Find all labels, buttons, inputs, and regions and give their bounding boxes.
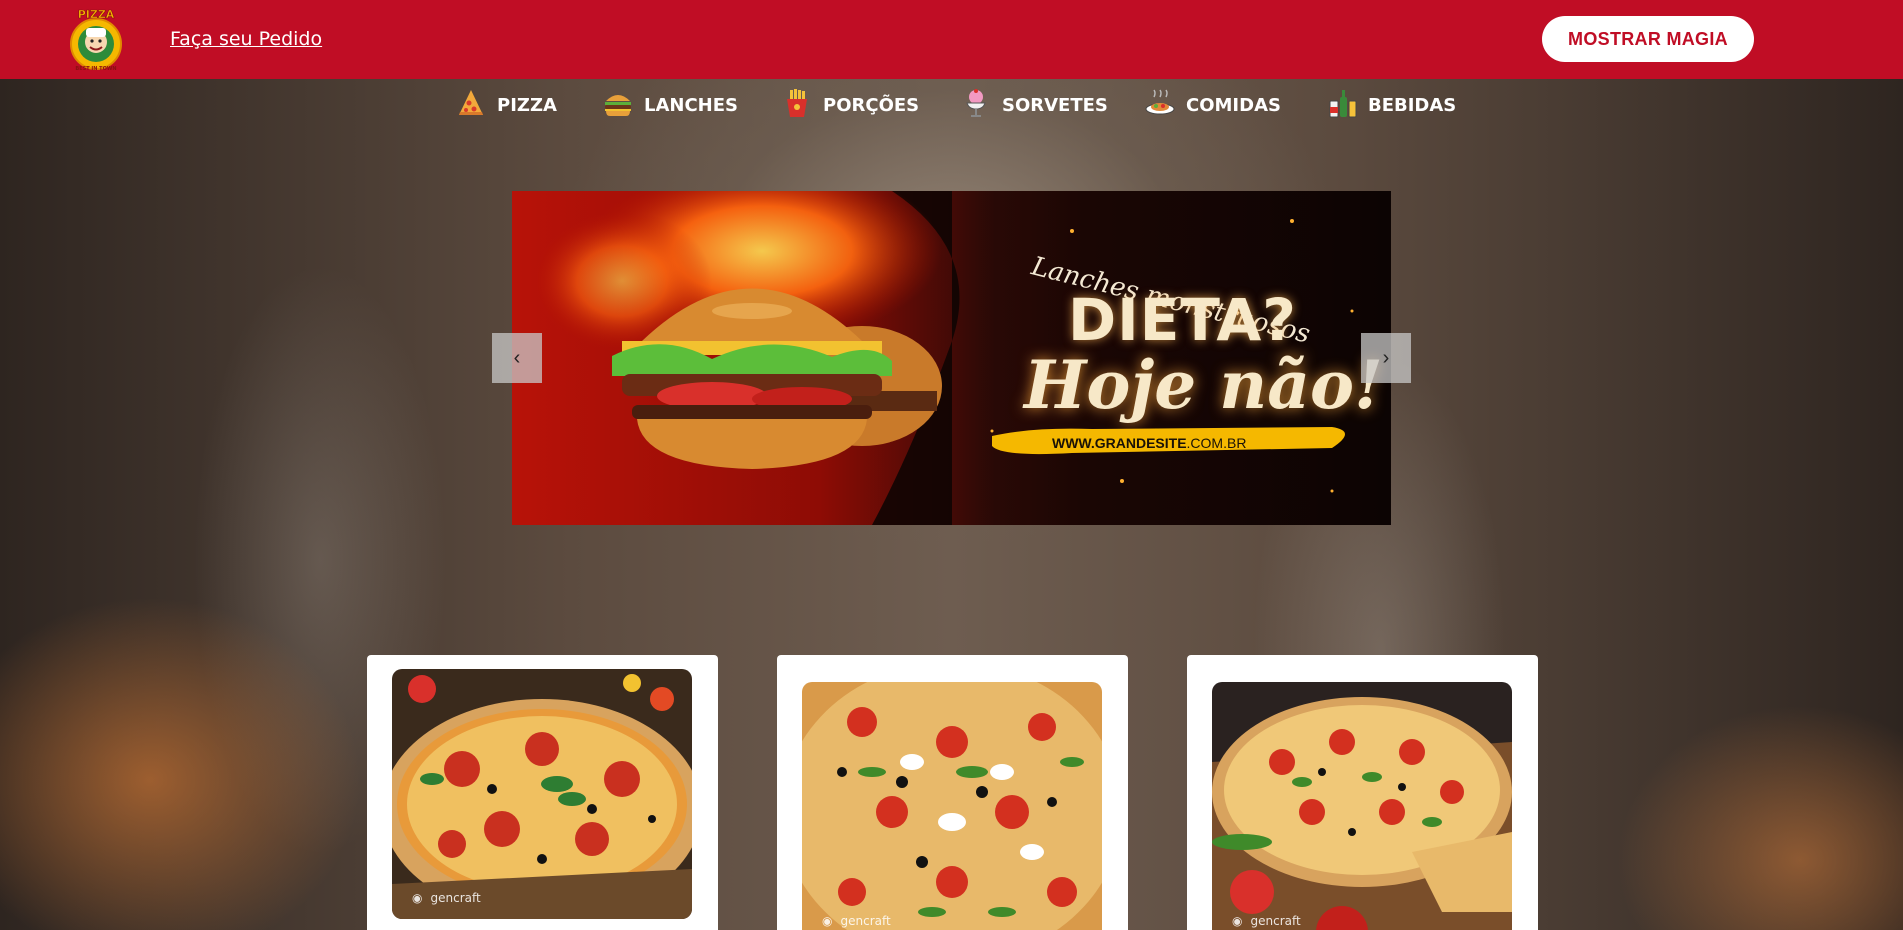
gencraft-watermark: ◉ gencraft [1232,914,1301,928]
product-card[interactable]: ◉ gencraft [367,655,718,930]
burger-icon [602,87,634,124]
ghost-icon: ◉ [1232,914,1243,928]
drinks-icon [1326,87,1358,124]
banner-tagline: Hoje não! [1024,346,1383,424]
show-magic-button[interactable]: MOSTRAR MAGIA [1542,16,1754,62]
gencraft-watermark: ◉ gencraft [412,891,481,905]
pizza-logo[interactable]: PIZZA BEST IN TOWN [66,4,126,74]
svg-text:BEST IN TOWN: BEST IN TOWN [75,66,116,72]
banner-url: WWW.GRANDESITE.COM.BR [1052,435,1247,451]
gencraft-watermark: ◉ gencraft [822,914,891,928]
nav-item-bebidas[interactable]: BEBIDAS [1326,84,1456,126]
nav-item-lanches[interactable]: LANCHES [602,84,738,126]
ghost-icon: ◉ [822,914,833,928]
nav-item-sorvetes[interactable]: SORVETES [960,84,1108,126]
category-nav: PIZZA LANCHES PORÇÕES SORVETES COMIDAS B… [0,84,1903,126]
carousel-prev-button[interactable]: ‹ [492,333,542,383]
nav-label: PIZZA [497,94,557,116]
pizza-slice-icon [455,87,487,124]
nav-item-porcoes[interactable]: PORÇÕES [781,84,919,126]
nav-label: COMIDAS [1186,94,1281,116]
promo-banner-carousel: Lanches monstruosos DIETA? Hoje não! WWW… [512,191,1391,525]
fries-icon [781,87,813,124]
order-link[interactable]: Faça seu Pedido [170,28,322,50]
product-card[interactable]: ◉ gencraft [1187,655,1538,930]
food-dish-icon [1144,87,1176,124]
nav-label: LANCHES [644,94,738,116]
carousel-next-button[interactable]: › [1361,333,1411,383]
banner-headline: DIETA? [1068,286,1297,354]
nav-label: BEBIDAS [1368,94,1457,116]
ice-cream-icon [960,87,992,124]
svg-text:PIZZA: PIZZA [78,8,115,21]
nav-label: SORVETES [1002,94,1108,116]
nav-item-comidas[interactable]: COMIDAS [1144,84,1281,126]
product-card[interactable]: ◉ gencraft [777,655,1128,930]
pizza-photo: ◉ gencraft [1212,682,1512,930]
nav-label: PORÇÕES [823,94,920,116]
nav-item-pizza[interactable]: PIZZA [455,84,557,126]
ghost-icon: ◉ [412,891,423,905]
pizza-photo: ◉ gencraft [802,682,1102,930]
top-bar: PIZZA BEST IN TOWN Faça seu Pedido MOSTR… [0,0,1903,79]
pizza-photo: ◉ gencraft [392,669,692,919]
